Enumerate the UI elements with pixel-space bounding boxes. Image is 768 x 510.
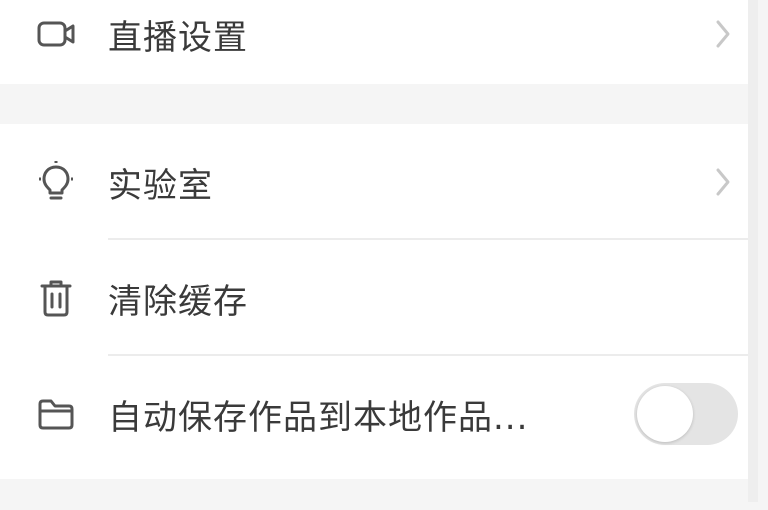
clear-cache-row[interactable]: 清除缓存 (0, 240, 758, 356)
live-settings-label: 直播设置 (108, 17, 248, 58)
lab-row[interactable]: 实验室 (0, 124, 758, 240)
live-settings-row[interactable]: 直播设置 (0, 0, 758, 76)
settings-panel: 直播设置 实验室 清除缓存 自动保存作品到本地作品... (0, 0, 758, 502)
section-spacer (0, 84, 758, 124)
section-spacer-bottom (0, 479, 758, 502)
autosave-toggle[interactable] (634, 383, 738, 445)
settings-group-top: 直播设置 (0, 0, 758, 84)
toggle-knob (637, 386, 693, 442)
settings-group-main: 实验室 清除缓存 自动保存作品到本地作品... (0, 124, 758, 479)
autosave-row: 自动保存作品到本地作品... (0, 356, 758, 472)
autosave-label: 自动保存作品到本地作品... (108, 397, 529, 438)
folder-icon (34, 392, 78, 436)
lightbulb-icon (34, 160, 78, 204)
video-camera-icon (34, 12, 78, 56)
lab-label: 实验室 (108, 165, 213, 206)
chevron-right-icon (712, 14, 734, 54)
chevron-right-icon (712, 162, 734, 202)
clear-cache-label: 清除缓存 (108, 281, 248, 322)
trash-icon (34, 276, 78, 320)
screen-edge (748, 0, 758, 502)
